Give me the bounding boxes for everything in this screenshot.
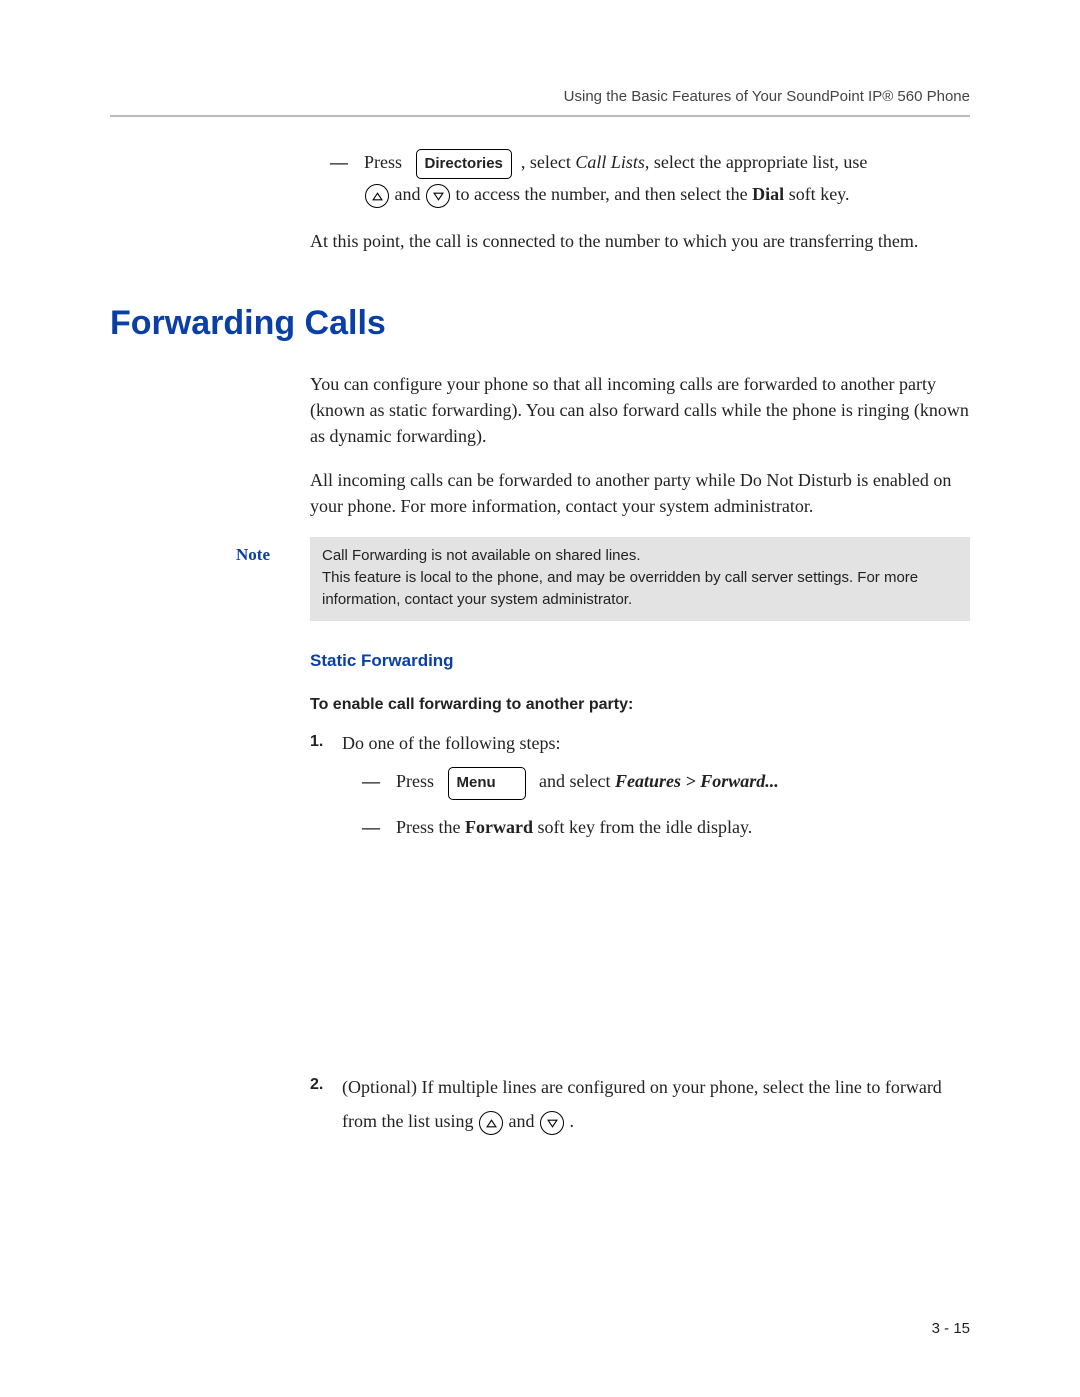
step-1-text: Do one of the following steps:	[342, 733, 560, 753]
dial-bold: Dial	[752, 184, 784, 204]
step-2: 2. (Optional) If multiple lines are conf…	[310, 1070, 970, 1138]
step-2-period: .	[570, 1111, 575, 1131]
section-title: Forwarding Calls	[110, 304, 970, 343]
note-label: Note	[200, 537, 270, 568]
page-header: Using the Basic Features of Your SoundPo…	[110, 88, 970, 105]
enable-heading: To enable call forwarding to another par…	[310, 693, 970, 716]
step-1b-forward: Forward	[465, 817, 533, 837]
and-label: and	[395, 184, 426, 204]
call-lists-label: Call Lists	[575, 152, 645, 172]
page: Using the Basic Features of Your SoundPo…	[0, 0, 1080, 1397]
step-1-number: 1.	[310, 730, 323, 753]
step-1: 1. Do one of the following steps: Press …	[310, 730, 970, 844]
select-appropriate: , select the appropriate list, use	[645, 152, 867, 172]
connected-paragraph: At this point, the call is connected to …	[310, 228, 970, 254]
forwarding-p1: You can configure your phone so that all…	[310, 371, 970, 449]
step-2-number: 2.	[310, 1070, 323, 1100]
forwarding-p2: All incoming calls can be forwarded to a…	[310, 467, 970, 519]
up-arrow-icon	[365, 184, 389, 208]
step-1b-post: soft key from the idle display.	[533, 817, 752, 837]
header-rule	[110, 115, 970, 117]
step-1b-pre: Press the	[396, 817, 465, 837]
press-label: Press	[364, 152, 402, 172]
step-2-and: and	[509, 1111, 540, 1131]
page-footer: 3 - 15	[932, 1320, 970, 1337]
directories-key-icon: Directories	[416, 149, 512, 180]
down-arrow-icon	[426, 184, 450, 208]
select-text: , select	[521, 152, 575, 172]
note-line1: Call Forwarding is not available on shar…	[322, 545, 958, 567]
soft-key-label: soft key.	[784, 184, 849, 204]
step-1a-features: Features > Forward...	[615, 771, 779, 791]
menu-key-icon: Menu	[448, 767, 526, 801]
step-1b: Press the Forward soft key from the idle…	[348, 810, 970, 844]
step-2-pre: (Optional) If multiple lines are configu…	[342, 1077, 942, 1131]
step-1a-and-select: and select	[535, 771, 615, 791]
static-forwarding-heading: Static Forwarding	[310, 649, 970, 674]
intro-dash-item: Press Directories , select Call Lists, s…	[316, 147, 970, 210]
down-arrow-icon	[540, 1111, 564, 1135]
note-line2: This feature is local to the phone, and …	[322, 567, 958, 611]
access-number: to access the number, and then select th…	[456, 184, 753, 204]
note-box: Call Forwarding is not available on shar…	[310, 537, 970, 620]
step-1a-press: Press	[396, 771, 434, 791]
body-content: Press Directories , select Call Lists, s…	[310, 147, 970, 254]
spacer	[310, 854, 970, 1064]
note-block: Note Call Forwarding is not available on…	[310, 537, 970, 620]
step-1a: Press Menu and select Features > Forward…	[348, 764, 970, 800]
section-content: You can configure your phone so that all…	[310, 371, 970, 1139]
up-arrow-icon	[479, 1111, 503, 1135]
